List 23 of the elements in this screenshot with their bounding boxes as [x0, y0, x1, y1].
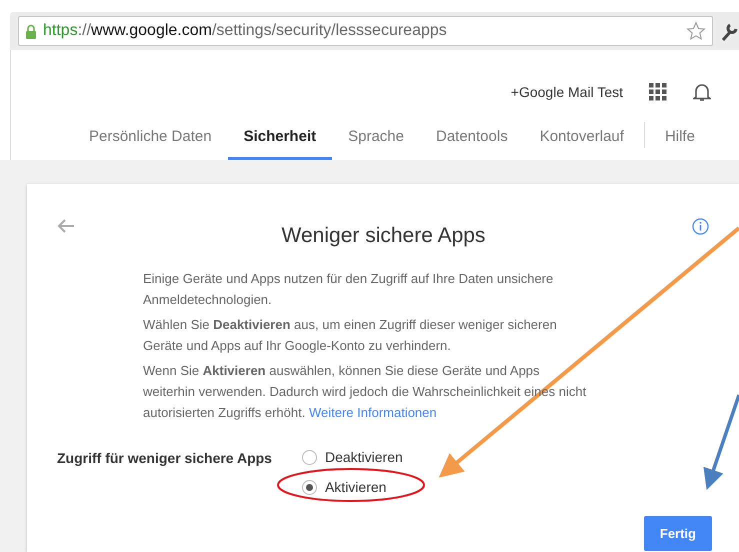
- account-name[interactable]: +Google Mail Test: [510, 84, 623, 100]
- radio-button[interactable]: [302, 450, 317, 464]
- done-button[interactable]: Fertig: [644, 516, 712, 551]
- description-paragraph: Wählen Sie Deaktivieren aus, um einen Zugriff dieser weniger sicheren Geräte und Apps auf Ihr Google-Konto zu verhindern.: [143, 316, 558, 355]
- nav-tab[interactable]: Sprache: [332, 128, 420, 160]
- setting-label: Zugriff für weniger sichere Apps: [57, 450, 272, 468]
- wrench-icon[interactable]: [721, 21, 739, 41]
- radio-option[interactable]: Deaktivieren: [302, 449, 403, 465]
- description-paragraph: Einige Geräte und Apps nutzen für den Zugriff auf Ihre Daten unsichere Anmeldetechnologien.: [143, 270, 554, 309]
- lock-icon: [25, 24, 37, 38]
- apps-grid-icon[interactable]: [649, 83, 667, 101]
- bell-icon[interactable]: [693, 82, 711, 102]
- url-text: https://www.google.com/settings/security/lesssecureapps: [43, 22, 447, 40]
- nav-tab[interactable]: Hilfe: [648, 128, 711, 160]
- nav-tab[interactable]: Persönliche Daten: [73, 128, 228, 160]
- address-bar[interactable]: https://www.google.com/settings/security/lesssecureapps: [18, 16, 713, 46]
- card-title: Weniger sichere Apps: [282, 224, 486, 248]
- nav-tab[interactable]: Datentools: [420, 128, 524, 160]
- info-icon[interactable]: [692, 218, 709, 235]
- nav-tab[interactable]: Kontoverlauf: [524, 128, 640, 160]
- star-icon[interactable]: [686, 21, 706, 41]
- more-info-link[interactable]: Weitere Informationen: [308, 405, 437, 420]
- radio-button[interactable]: [302, 480, 317, 494]
